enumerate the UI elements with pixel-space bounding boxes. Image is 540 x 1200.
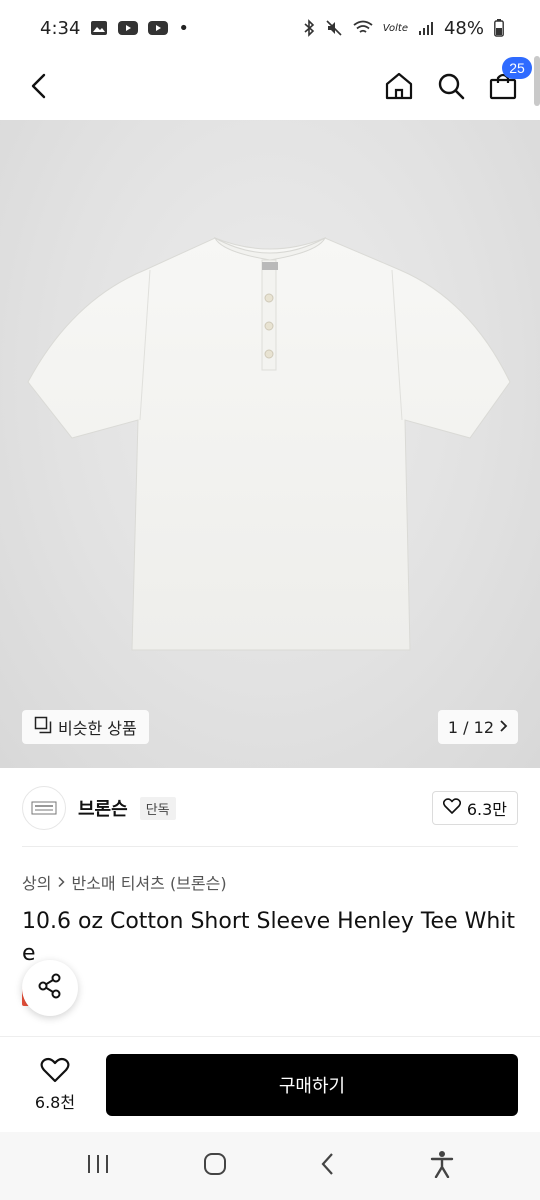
heart-icon [40, 1057, 70, 1087]
breadcrumb: 상의 반소매 티셔츠 (브론슨) [22, 870, 227, 894]
image-pager[interactable]: 1 / 12 [437, 710, 518, 744]
brand-name: 브론슨 [78, 799, 128, 820]
back-nav-icon[interactable] [318, 1151, 338, 1181]
cart-button[interactable]: 25 [488, 57, 532, 105]
brand-like-count: 6.3만 [466, 800, 507, 819]
product-image-carousel[interactable]: 비슷한 상품 1 / 12 [0, 120, 540, 768]
notification-dot: • [178, 17, 190, 39]
brand-logo [22, 786, 66, 830]
share-button[interactable] [22, 960, 78, 1016]
app-header: 25 [0, 56, 540, 120]
scrollbar[interactable] [534, 56, 540, 106]
status-time: 4:34 [40, 17, 81, 39]
youtube-icon [148, 20, 169, 36]
search-icon[interactable] [436, 71, 466, 105]
chevron-right-icon [498, 718, 508, 737]
brand-row: 브론슨 단독 6.3만 [0, 778, 540, 838]
mute-icon [325, 19, 343, 37]
divider [22, 846, 518, 847]
shopping-bag-icon [488, 73, 518, 105]
wishlist-count: 6.8천 [34, 1092, 76, 1112]
share-icon [36, 972, 64, 1004]
youtube-icon [118, 20, 139, 36]
signal-icon [418, 20, 434, 36]
heart-icon [442, 798, 461, 818]
home-icon[interactable] [384, 71, 414, 105]
system-nav-bar [0, 1132, 540, 1200]
wishlist-button[interactable]: 6.8천 [22, 1057, 88, 1113]
product-image [27, 236, 511, 651]
breadcrumb-category[interactable]: 상의 [22, 870, 51, 894]
buy-button[interactable]: 구매하기 [106, 1053, 518, 1116]
home-nav-icon[interactable] [202, 1151, 228, 1181]
bluetooth-icon [303, 19, 315, 37]
back-icon[interactable] [28, 73, 50, 103]
status-bar: 4:34 • Volte 48% [0, 0, 540, 56]
similar-products-label: 비슷한 상품 [58, 719, 137, 738]
gallery-icon [90, 20, 108, 36]
brand-link[interactable]: 브론슨 단독 [22, 786, 176, 830]
chevron-right-icon [57, 873, 66, 892]
breadcrumb-subcategory[interactable]: 반소매 티셔츠 (브론슨) [71, 870, 226, 894]
volte-label: Volte [382, 22, 408, 34]
accessibility-icon[interactable] [429, 1150, 455, 1182]
brand-like-button[interactable]: 6.3만 [431, 791, 518, 825]
image-page-indicator: 1 / 12 [447, 717, 494, 737]
wifi-icon [353, 20, 373, 36]
cart-count-badge: 25 [502, 57, 532, 79]
recent-apps-icon[interactable] [85, 1152, 111, 1180]
exclusive-badge: 단독 [139, 796, 176, 820]
battery-icon [494, 19, 504, 37]
copy-icon [34, 716, 52, 738]
battery-percent: 48% [443, 17, 484, 39]
bottom-action-bar: 6.8천 구매하기 [0, 1036, 540, 1132]
product-title: 10.6 oz Cotton Short Sleeve Henley Tee W… [22, 909, 516, 966]
similar-products-button[interactable]: 비슷한 상품 [22, 710, 149, 744]
